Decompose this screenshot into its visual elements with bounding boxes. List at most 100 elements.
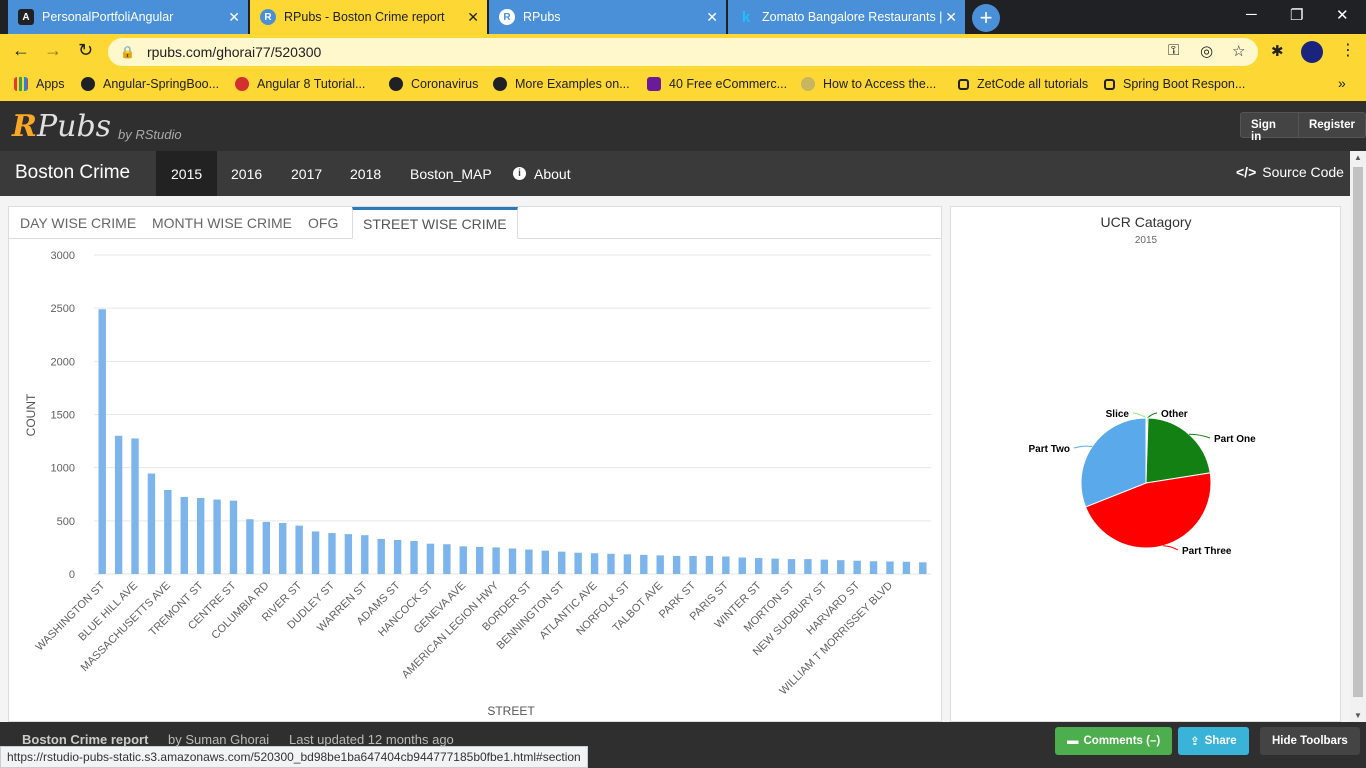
dashboard-content: DAY WISE CRIME MONTH WISE CRIME OFG STRE…: [0, 196, 1350, 722]
lock-icon: 🔒: [120, 45, 135, 59]
pie-slice: [1145, 417, 1211, 484]
profile-avatar[interactable]: [1301, 41, 1323, 63]
browser-tabstrip: A PersonalPortfoliAngular ✕ R RPubs - Bo…: [0, 0, 1366, 34]
bookmarks-bar: Apps Angular-SpringBoo... Angular 8 Tuto…: [0, 70, 1366, 101]
forward-icon[interactable]: →: [44, 40, 62, 61]
pie-label: Part Two: [1029, 444, 1070, 455]
minimize-icon[interactable]: ─: [1246, 6, 1257, 23]
bookmark-item[interactable]: ZetCode all tutorials: [958, 77, 1088, 91]
y-axis-label: COUNT: [24, 393, 38, 436]
bar: [804, 559, 812, 574]
byline: by RStudio: [118, 127, 182, 142]
bar: [902, 561, 911, 574]
pie-label: Part Three: [1182, 546, 1232, 557]
comment-icon: ▬: [1067, 735, 1079, 747]
bookmark-apps[interactable]: Apps: [14, 77, 65, 91]
page-scrollbar[interactable]: ▲ ▼: [1350, 151, 1366, 722]
new-tab-button[interactable]: +: [972, 4, 1000, 32]
bookmark-item[interactable]: Angular 8 Tutorial...: [235, 77, 365, 91]
address-bar[interactable]: 🔒 rpubs.com/ghorai77/520300: [108, 38, 1258, 66]
close-icon[interactable]: ✕: [467, 9, 479, 26]
bookmark-star-icon[interactable]: ☆: [1232, 42, 1245, 60]
tab-street-wise-crime[interactable]: STREET WISE CRIME: [352, 207, 518, 239]
bar: [672, 555, 681, 574]
share-button[interactable]: ⇪ Share: [1178, 727, 1249, 755]
bookmark-item[interactable]: More Examples on...: [493, 77, 630, 91]
bar: [787, 559, 796, 574]
globe-icon: [493, 77, 507, 91]
bar: [393, 539, 402, 574]
close-icon[interactable]: ✕: [228, 9, 240, 26]
scroll-thumb[interactable]: [1353, 167, 1363, 697]
window-close-icon[interactable]: ✕: [1336, 6, 1349, 24]
nav-boston-map[interactable]: Boston_MAP: [395, 151, 507, 196]
rpubs-logo[interactable]: RPubs: [12, 109, 111, 144]
bar: [541, 550, 550, 574]
browser-tab-3[interactable]: R RPubs ✕: [489, 0, 726, 34]
bar: [459, 546, 467, 574]
comments-button[interactable]: ▬ Comments (–): [1055, 727, 1173, 755]
nav-2015[interactable]: 2015: [156, 151, 218, 196]
share-icon: ⇪: [1190, 736, 1200, 748]
bar: [558, 551, 566, 574]
tab-month-wise-crime[interactable]: MONTH WISE CRIME: [142, 207, 302, 239]
bookmark-item[interactable]: How to Access the...: [801, 77, 936, 91]
bookmark-item[interactable]: Coronavirus: [389, 77, 478, 91]
bookmark-label: ZetCode all tutorials: [977, 77, 1089, 91]
x-tick-label: COLUMBIA RD: [209, 580, 271, 642]
back-icon[interactable]: ←: [12, 40, 30, 61]
extensions-icon[interactable]: ✱: [1271, 42, 1284, 60]
tracking-blocked-icon[interactable]: ◎: [1200, 42, 1213, 60]
tab-day-wise-crime[interactable]: DAY WISE CRIME: [10, 207, 146, 239]
bar: [689, 555, 697, 574]
bookmark-label: Apps: [36, 77, 65, 91]
bookmark-label: How to Access the...: [823, 77, 937, 91]
apps-grid-icon: [14, 77, 28, 91]
bar: [886, 561, 894, 574]
report-title[interactable]: Boston Crime report: [22, 732, 148, 747]
nav-about[interactable]: i About: [498, 151, 586, 196]
nav-2017[interactable]: 2017: [276, 151, 337, 196]
source-code-link[interactable]: </> Source Code: [1236, 164, 1344, 180]
bookmark-label: 40 Free eCommerc...: [669, 77, 788, 91]
scroll-down-icon[interactable]: ▼: [1354, 711, 1362, 720]
tab-ofg[interactable]: OFG: [298, 207, 348, 239]
close-icon[interactable]: ✕: [945, 9, 957, 26]
pie-label: Slice: [1106, 409, 1130, 420]
bar: [229, 500, 238, 574]
hide-toolbars-button[interactable]: Hide Toolbars: [1260, 727, 1360, 755]
browser-tab-4[interactable]: k Zomato Bangalore Restaurants | ✕: [728, 0, 965, 34]
bar: [246, 519, 254, 574]
bar: [361, 535, 369, 574]
bookmark-item[interactable]: 40 Free eCommerc...: [647, 77, 787, 91]
close-icon[interactable]: ✕: [706, 9, 718, 26]
report-author: by Suman Ghorai: [168, 732, 270, 747]
ucr-pie-chart: UCR Catagory 2015 Slice Other Part One Part T…: [1029, 214, 1257, 557]
bookmark-item[interactable]: Spring Boot Respon...: [1104, 77, 1245, 91]
bar: [164, 489, 172, 574]
register-button[interactable]: Register: [1297, 113, 1365, 137]
bookmark-item[interactable]: Angular-SpringBoo...: [81, 77, 219, 91]
pie-label: Part One: [1214, 434, 1256, 445]
site-icon: [801, 77, 815, 91]
street-chart-panel: DAY WISE CRIME MONTH WISE CRIME OFG STRE…: [8, 206, 942, 722]
reload-icon[interactable]: ↻: [78, 40, 93, 61]
bar: [410, 541, 418, 574]
ucr-category-panel: UCR Catagory 2015 Slice Other Part One Part T…: [950, 206, 1341, 722]
nav-2018[interactable]: 2018: [335, 151, 396, 196]
menu-icon[interactable]: ⋮: [1340, 40, 1356, 60]
bar: [525, 549, 533, 574]
bar: [820, 559, 829, 574]
bar: [196, 497, 205, 574]
nav-2016[interactable]: 2016: [216, 151, 277, 196]
restore-icon[interactable]: ❐: [1290, 6, 1303, 24]
browser-tab-2[interactable]: R RPubs - Boston Crime report ✕: [250, 0, 487, 34]
bar: [705, 555, 714, 574]
bar: [262, 521, 271, 574]
sign-in-button[interactable]: Sign in: [1241, 113, 1298, 143]
browser-tab-1[interactable]: A PersonalPortfoliAngular ✕: [8, 0, 248, 34]
bar: [147, 473, 156, 574]
key-icon[interactable]: ⚿: [1168, 42, 1179, 59]
scroll-up-icon[interactable]: ▲: [1354, 153, 1362, 162]
more-bookmarks-icon[interactable]: »: [1338, 75, 1346, 91]
